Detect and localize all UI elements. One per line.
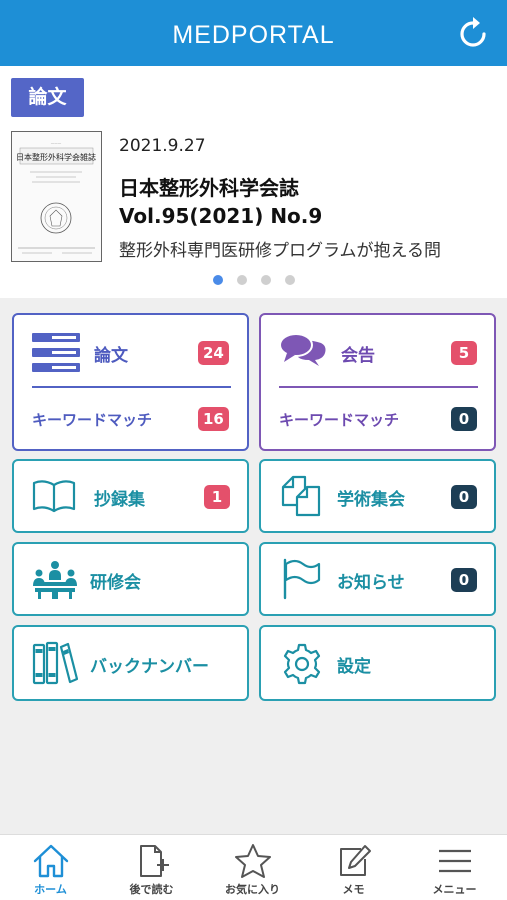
abstracts-label: 抄録集 <box>94 490 145 510</box>
app-header: MEDPORTAL <box>0 0 507 66</box>
training-label: 研修会 <box>90 573 141 593</box>
notices-keyword-count-badge: 0 <box>451 407 477 431</box>
carousel-dot-2[interactable] <box>236 275 247 285</box>
meetings-label: 学術集会 <box>337 490 405 510</box>
news-count-badge: 0 <box>451 568 477 592</box>
journal-title: 日本整形外科学会誌 Vol.95(2021) No.9 <box>119 174 499 230</box>
journal-title-line2: Vol.95(2021) No.9 <box>119 204 323 228</box>
meetings-card[interactable]: 学術集会 0 <box>259 459 496 533</box>
papers-card[interactable]: 論文 24 キーワードマッチ 16 <box>12 313 249 451</box>
carousel-dot-4[interactable] <box>284 275 295 285</box>
carousel-dot-1[interactable] <box>212 275 223 285</box>
papers-divider <box>32 386 231 388</box>
edit-memo-icon <box>340 845 371 876</box>
abstracts-card[interactable]: 抄録集 1 <box>12 459 249 533</box>
svg-text:———: ——— <box>51 141 62 145</box>
bottom-tab-bar: ホーム 後で読む お気に入り メモ メニュー <box>0 834 507 900</box>
tab-memo-label: メモ <box>342 883 365 896</box>
tab-menu-label: メニュー <box>432 883 477 896</box>
group-meeting-icon <box>33 561 77 599</box>
home-icon <box>33 844 69 878</box>
notices-card[interactable]: 会告 5 キーワードマッチ 0 <box>259 313 496 451</box>
notices-divider <box>279 386 478 388</box>
add-document-icon <box>140 845 169 877</box>
open-book-icon <box>32 480 76 513</box>
carousel-indicator <box>0 275 507 285</box>
training-card[interactable]: 研修会 <box>12 542 249 616</box>
news-label: お知らせ <box>337 573 405 593</box>
abstracts-count-badge: 1 <box>204 485 230 509</box>
tab-favorites[interactable]: お気に入り <box>202 835 303 900</box>
article-title: 整形外科専門医研修プログラムが抱える問 <box>119 241 441 261</box>
back-numbers-card[interactable]: バックナンバー <box>12 625 249 701</box>
papers-count-badge: 24 <box>198 341 229 365</box>
journal-cover-image: ——— 日本整形外科学会雑誌 <box>11 131 102 262</box>
news-card[interactable]: お知らせ 0 <box>259 542 496 616</box>
hamburger-menu-icon <box>439 849 471 873</box>
tab-home[interactable]: ホーム <box>0 835 101 900</box>
papers-keyword-match-label[interactable]: キーワードマッチ <box>32 409 152 430</box>
tab-read-later[interactable]: 後で読む <box>101 835 202 900</box>
documents-icon <box>281 475 321 517</box>
tab-menu[interactable]: メニュー <box>404 835 505 900</box>
back-numbers-label: バックナンバー <box>90 657 209 677</box>
category-badge: 論文 <box>11 78 84 117</box>
settings-card[interactable]: 設定 <box>259 625 496 701</box>
carousel-dot-3[interactable] <box>260 275 271 285</box>
tab-read-later-label: 後で読む <box>129 883 174 896</box>
tab-favorites-label: お気に入り <box>225 883 280 896</box>
featured-article[interactable]: 論文 ——— 日本整形外科学会雑誌 2021.9.27 日本整形外科学会誌 Vo… <box>0 66 507 298</box>
notices-count-badge: 5 <box>451 341 477 365</box>
refresh-icon[interactable] <box>453 14 493 54</box>
papers-keyword-count-badge: 16 <box>198 407 229 431</box>
notices-label: 会告 <box>341 346 375 366</box>
flag-icon <box>283 558 321 600</box>
tab-home-label: ホーム <box>34 883 67 896</box>
gear-icon <box>283 643 321 685</box>
tab-memo[interactable]: メモ <box>303 835 404 900</box>
papers-label: 論文 <box>94 346 128 366</box>
article-date: 2021.9.27 <box>119 136 206 156</box>
app-title: MEDPORTAL <box>172 21 335 49</box>
list-icon <box>32 333 80 372</box>
cover-title: 日本整形外科学会雑誌 <box>16 152 96 162</box>
meetings-count-badge: 0 <box>451 485 477 509</box>
chat-bubbles-icon <box>279 333 326 366</box>
books-icon <box>32 641 78 685</box>
settings-label: 設定 <box>337 657 371 677</box>
star-icon <box>235 844 271 878</box>
notices-keyword-match-label[interactable]: キーワードマッチ <box>279 409 399 430</box>
journal-title-line1: 日本整形外科学会誌 <box>119 176 299 200</box>
